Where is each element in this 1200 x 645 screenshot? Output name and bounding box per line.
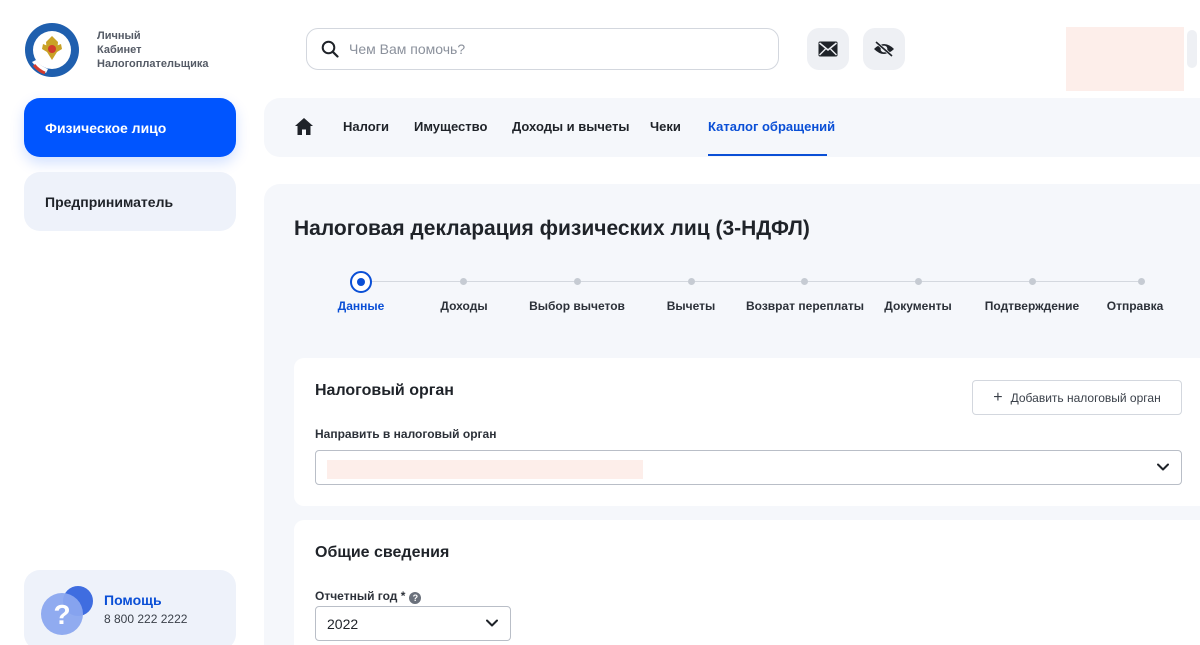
search-box[interactable] bbox=[306, 28, 779, 70]
stepper-dot[interactable] bbox=[801, 278, 808, 285]
visually-impaired-button[interactable] bbox=[863, 28, 905, 70]
search-icon bbox=[321, 40, 339, 58]
reporting-year-label-text: Отчетный год * bbox=[315, 589, 406, 603]
help-phone: 8 800 222 2222 bbox=[104, 612, 188, 626]
stepper-dot[interactable] bbox=[1029, 278, 1036, 285]
step-label-data[interactable]: Данные bbox=[301, 299, 421, 314]
tax-authority-select[interactable] bbox=[315, 450, 1182, 485]
add-tax-authority-label: Добавить налоговый орган bbox=[1010, 390, 1161, 405]
reporting-year-label: Отчетный год *? bbox=[315, 589, 422, 604]
envelope-icon bbox=[818, 41, 838, 57]
nav-tab-request-catalog[interactable]: Каталог обращений bbox=[708, 119, 835, 134]
sidebar-item-individual[interactable]: Физическое лицо bbox=[24, 98, 236, 157]
general-info-title: Общие сведения bbox=[315, 544, 450, 561]
chevron-down-icon bbox=[1157, 463, 1169, 471]
reporting-year-value: 2022 bbox=[327, 616, 359, 632]
tax-authority-title: Налоговый орган bbox=[315, 382, 454, 399]
stepper-dot[interactable] bbox=[1138, 278, 1145, 285]
nav-tab-property[interactable]: Имущество bbox=[414, 119, 487, 134]
sidebar-item-label: Физическое лицо bbox=[45, 119, 167, 136]
nav-tab-taxes[interactable]: Налоги bbox=[343, 119, 389, 134]
stepper-current-marker[interactable] bbox=[350, 271, 372, 293]
step-label-income[interactable]: Доходы bbox=[404, 299, 524, 314]
active-tab-indicator bbox=[708, 154, 827, 156]
home-button[interactable] bbox=[294, 117, 314, 141]
stepper-track bbox=[361, 281, 1141, 282]
top-navigation: Налоги Имущество Доходы и вычеты Чеки Ка… bbox=[264, 98, 1200, 157]
stepper-dot[interactable] bbox=[915, 278, 922, 285]
header-scrollbar[interactable] bbox=[1187, 30, 1197, 68]
step-label-sending[interactable]: Отправка bbox=[1080, 299, 1190, 314]
brand-line: Налогоплательщика bbox=[97, 58, 209, 70]
question-bubble-icon: ? bbox=[41, 586, 93, 635]
step-label-deduction-choice[interactable]: Выбор вычетов bbox=[517, 299, 637, 314]
header: Личный Кабинет Налогоплательщика bbox=[0, 0, 1200, 98]
user-profile-redacted[interactable] bbox=[1066, 27, 1184, 91]
sidebar-item-label: Предприниматель bbox=[45, 193, 174, 210]
tax-authority-field-label: Направить в налоговый орган bbox=[315, 427, 497, 441]
page-title: Налоговая декларация физических лиц (3-Н… bbox=[294, 217, 810, 240]
step-label-confirmation[interactable]: Подтверждение bbox=[972, 299, 1092, 314]
home-icon bbox=[295, 118, 313, 135]
svg-text:?: ? bbox=[53, 599, 70, 630]
stepper-dot[interactable] bbox=[688, 278, 695, 285]
stepper-dot[interactable] bbox=[574, 278, 581, 285]
plus-icon: + bbox=[993, 388, 1003, 406]
reporting-year-select[interactable]: 2022 bbox=[315, 606, 511, 641]
step-label-deductions[interactable]: Вычеты bbox=[631, 299, 751, 314]
add-tax-authority-button[interactable]: + Добавить налоговый орган bbox=[972, 380, 1182, 415]
brand-line: Личный bbox=[97, 30, 141, 42]
general-info-card: Общие сведения Отчетный год *? 2022 bbox=[294, 520, 1200, 645]
help-widget[interactable]: ? Помощь 8 800 222 2222 bbox=[24, 570, 236, 645]
nav-tab-income-deductions[interactable]: Доходы и вычеты bbox=[512, 119, 629, 134]
search-input[interactable] bbox=[349, 41, 749, 57]
brand-text: Личный Кабинет Налогоплательщика bbox=[97, 29, 208, 71]
nav-tab-receipts[interactable]: Чеки bbox=[650, 119, 681, 134]
eye-crossed-icon bbox=[874, 40, 894, 58]
sidebar-item-entrepreneur[interactable]: Предприниматель bbox=[24, 172, 236, 231]
step-label-refund[interactable]: Возврат переплаты bbox=[745, 299, 865, 314]
question-mark-icon[interactable]: ? bbox=[409, 592, 422, 604]
tax-authority-card: Налоговый орган + Добавить налоговый орг… bbox=[294, 358, 1200, 506]
main-panel: Налоговая декларация физических лиц (3-Н… bbox=[264, 184, 1200, 645]
chevron-down-icon bbox=[486, 619, 498, 627]
help-title[interactable]: Помощь bbox=[104, 592, 162, 608]
messages-button[interactable] bbox=[807, 28, 849, 70]
brand-line: Кабинет bbox=[97, 44, 142, 56]
tax-authority-value-redacted bbox=[327, 460, 643, 479]
fns-emblem-logo[interactable] bbox=[24, 22, 80, 78]
stepper-dot[interactable] bbox=[460, 278, 467, 285]
step-label-documents[interactable]: Документы bbox=[858, 299, 978, 314]
